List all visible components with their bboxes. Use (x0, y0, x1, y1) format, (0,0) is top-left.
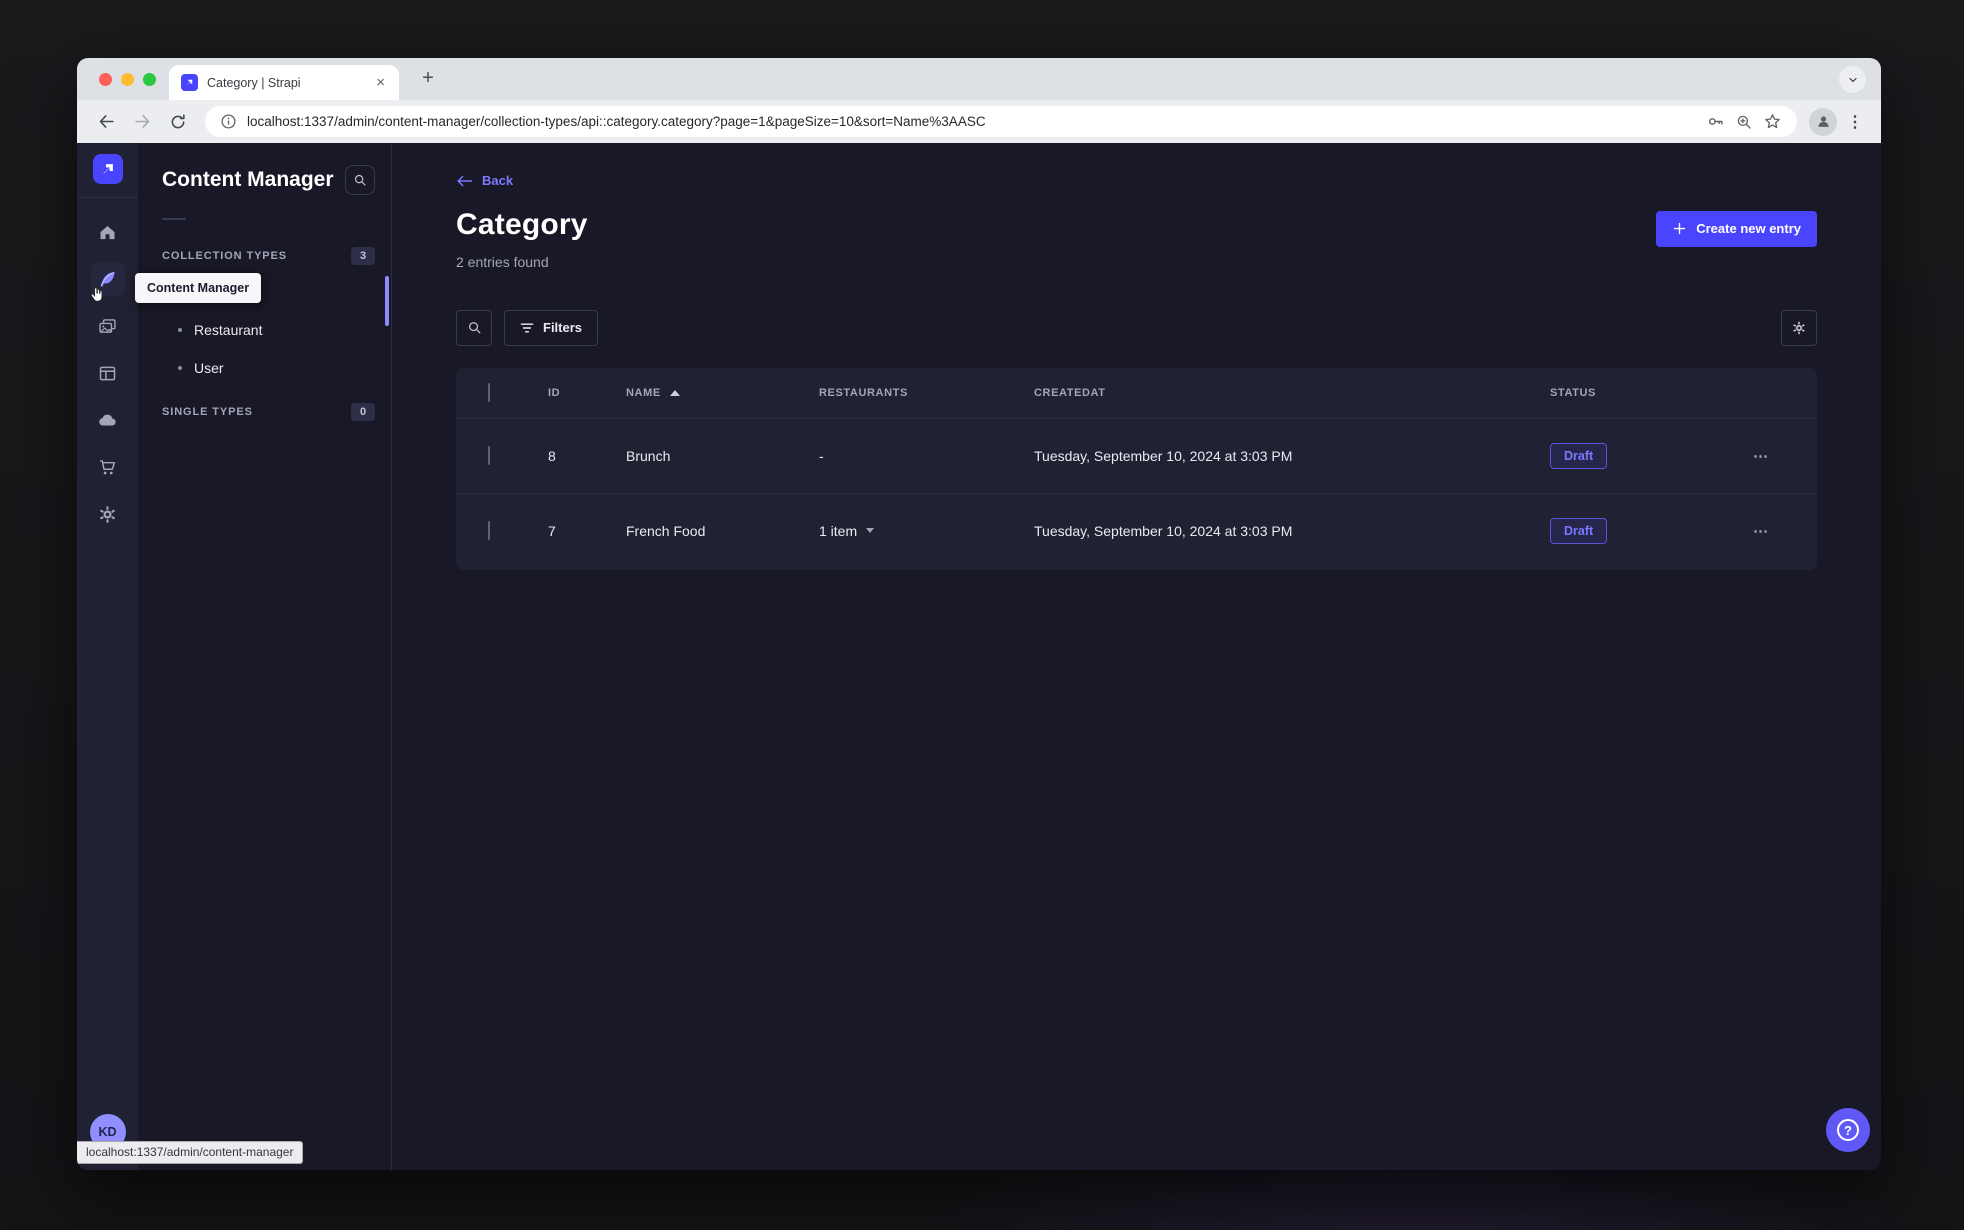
sidebar-item-marketplace-cart[interactable] (91, 450, 125, 484)
sidebar-item-settings[interactable] (91, 497, 125, 531)
column-header-createdat[interactable]: CREATEDAT (1034, 387, 1550, 399)
cell-name: French Food (626, 522, 706, 539)
subnav-title: Content Manager (162, 168, 334, 191)
back-nav-icon[interactable] (91, 107, 121, 137)
question-mark-icon: ? (1837, 1119, 1859, 1141)
subnav-search-button[interactable] (345, 165, 375, 195)
single-types-count-badge: 0 (351, 403, 375, 421)
browser-toolbar: localhost:1337/admin/content-manager/col… (77, 100, 1881, 143)
column-header-name[interactable]: NAME (626, 387, 819, 399)
subnav-divider (162, 218, 186, 220)
subnav-item-restaurant[interactable]: Restaurant (138, 311, 391, 349)
bullet-icon (178, 328, 182, 332)
reload-icon[interactable] (163, 107, 193, 137)
filters-button[interactable]: Filters (504, 309, 599, 346)
browser-profile-avatar[interactable] (1809, 107, 1837, 136)
sidebar-divider (77, 197, 138, 198)
chevron-down-icon (866, 528, 875, 533)
close-tab-icon[interactable]: × (372, 73, 389, 92)
minimize-window-button[interactable] (121, 73, 134, 86)
new-tab-button[interactable]: + (415, 66, 441, 92)
bookmark-star-icon[interactable] (1763, 112, 1782, 131)
table-settings-button[interactable] (1781, 309, 1817, 346)
zoom-in-page-icon[interactable] (1735, 113, 1753, 131)
browser-menu-icon[interactable]: ⋮ (1843, 112, 1867, 132)
cell-createdat: Tuesday, September 10, 2024 at 3:03 PM (1034, 447, 1293, 464)
collection-types-label: COLLECTION TYPES (162, 250, 288, 262)
create-new-entry-label: Create new entry (1696, 221, 1801, 236)
subnav-scroll-indicator[interactable] (385, 276, 389, 326)
sidebar-item-content-type-builder[interactable] (91, 356, 125, 390)
filters-label: Filters (543, 320, 583, 335)
cell-restaurants: - (819, 447, 824, 464)
column-header-restaurants[interactable]: RESTAURANTS (819, 387, 1034, 399)
create-new-entry-button[interactable]: Create new entry (1656, 210, 1817, 247)
sidebar-item-deploy-cloud[interactable] (91, 403, 125, 437)
table-row[interactable]: 7 French Food 1 item Tuesday, September … (456, 492, 1817, 568)
page-title: Category (456, 207, 588, 241)
close-window-button[interactable] (99, 73, 112, 86)
main-nav-sidebar: KD (77, 143, 138, 1170)
content-manager-tooltip: Content Manager (135, 273, 262, 303)
sort-ascending-icon (669, 389, 680, 396)
browser-status-bar: localhost:1337/admin/content-manager (77, 1141, 304, 1164)
column-header-id[interactable]: ID (548, 387, 626, 399)
page-info-icon[interactable] (220, 113, 237, 130)
back-label: Back (482, 173, 514, 188)
filter-icon (520, 322, 534, 333)
subnav-item-label: User (194, 360, 224, 376)
row-actions-menu[interactable]: ⋯ (1753, 522, 1769, 540)
cell-id: 7 (548, 522, 556, 539)
row-checkbox[interactable] (488, 520, 490, 540)
tab-strip: Category | Strapi × + (77, 58, 1881, 100)
row-checkbox[interactable] (488, 445, 490, 465)
subnav-item-user[interactable]: User (138, 349, 391, 387)
row-actions-menu[interactable]: ⋯ (1753, 447, 1769, 465)
sidebar-item-home[interactable] (91, 215, 125, 249)
tab-search-chevron-icon[interactable] (1839, 66, 1866, 93)
gear-icon (1793, 321, 1805, 334)
cell-createdat: Tuesday, September 10, 2024 at 3:03 PM (1034, 522, 1293, 539)
bullet-icon (178, 366, 182, 370)
strapi-favicon-icon (181, 74, 198, 91)
browser-tab[interactable]: Category | Strapi × (169, 65, 399, 100)
cell-id: 8 (548, 447, 556, 464)
table-header-row: ID NAME RESTAURANTS CREATEDAT STATUS (456, 368, 1817, 418)
traffic-lights (99, 73, 156, 86)
single-types-label: SINGLE TYPES (162, 406, 253, 418)
main-content: Back Category Create new entry 2 entries… (392, 143, 1881, 1170)
tab-title: Category | Strapi (207, 75, 301, 90)
strapi-logo-icon[interactable] (92, 154, 123, 184)
status-badge: Draft (1550, 442, 1608, 469)
search-icon (468, 322, 480, 334)
cell-restaurants[interactable]: 1 item (819, 523, 1034, 539)
back-arrow-icon (457, 175, 473, 186)
collection-types-count-badge: 3 (351, 247, 375, 265)
password-manager-key-icon[interactable] (1706, 112, 1725, 131)
help-button[interactable]: ? (1826, 1108, 1870, 1152)
url-bar[interactable]: localhost:1337/admin/content-manager/col… (205, 106, 1797, 137)
url-text[interactable]: localhost:1337/admin/content-manager/col… (247, 114, 1696, 129)
forward-nav-icon[interactable] (127, 107, 157, 137)
status-badge: Draft (1550, 517, 1608, 544)
strapi-app: KD Content Manager COLLECTION TYPES 3 Ca… (77, 143, 1881, 1170)
maximize-window-button[interactable] (143, 73, 156, 86)
sidebar-item-content-manager[interactable] (90, 262, 125, 302)
entries-count: 2 entries found (456, 253, 549, 270)
select-all-checkbox[interactable] (488, 382, 490, 402)
column-header-status[interactable]: STATUS (1550, 387, 1753, 399)
back-link[interactable]: Back (456, 173, 513, 188)
browser-window: Category | Strapi × + localhost:1337/adm… (77, 58, 1881, 1170)
subnav-item-label: Restaurant (194, 322, 263, 338)
sidebar-item-media-library[interactable] (91, 309, 125, 343)
plus-icon (1674, 222, 1686, 235)
search-button[interactable] (456, 309, 492, 346)
cell-name: Brunch (626, 447, 671, 464)
mouse-cursor-icon (89, 286, 106, 303)
table-row[interactable]: 8 Brunch - Tuesday, September 10, 2024 a… (456, 417, 1817, 493)
entries-table: ID NAME RESTAURANTS CREATEDAT STATUS 8 B… (456, 367, 1817, 570)
